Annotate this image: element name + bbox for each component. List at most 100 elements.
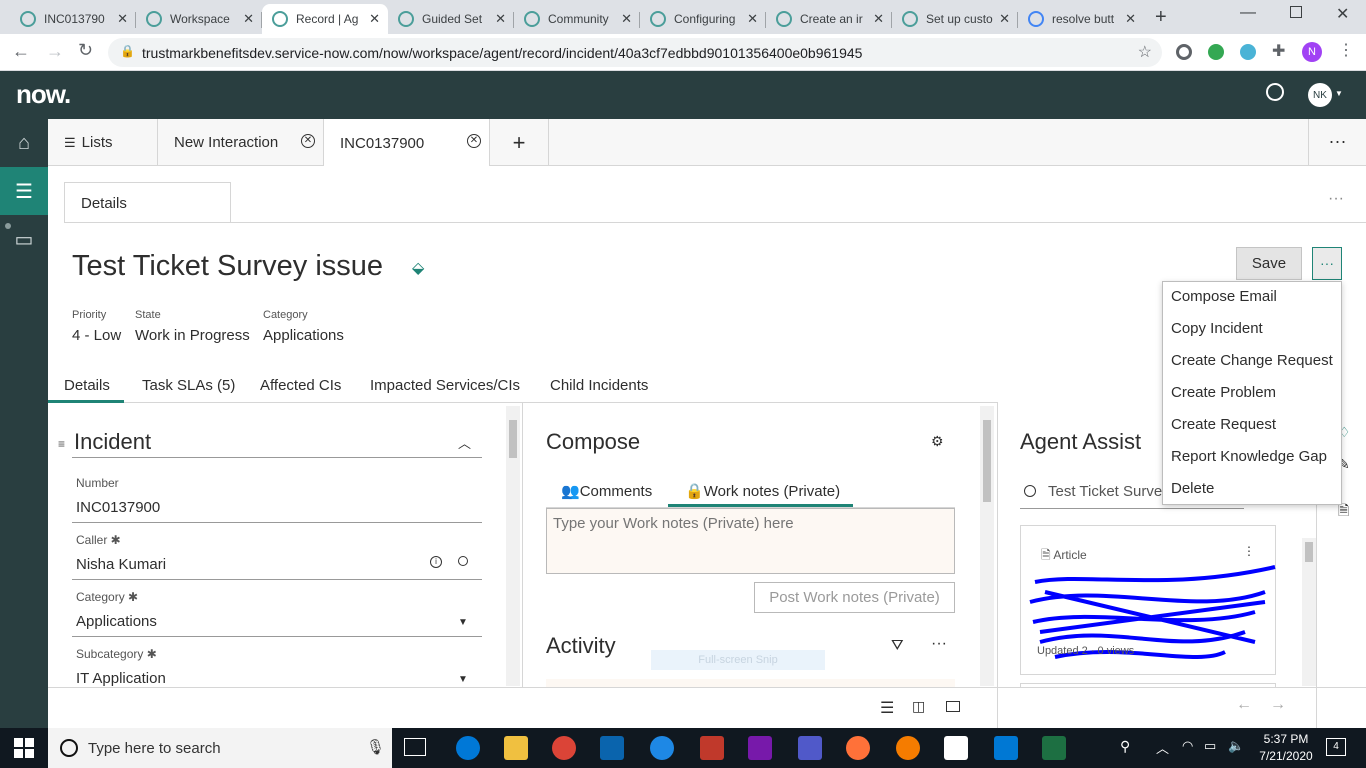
lookup-search-icon[interactable] [458,556,468,566]
volume-icon[interactable]: 🔈 [1228,738,1244,754]
chrome-menu-icon[interactable]: ⋮ [1338,40,1354,60]
file-explorer-icon[interactable] [504,736,528,760]
internet-explorer-icon[interactable] [650,736,674,760]
browser-tab[interactable]: Guided Set ✕ [388,4,514,34]
menu-item-compose-email[interactable]: Compose Email [1171,288,1277,305]
agent-assist-scrollbar[interactable] [1302,538,1316,686]
filter-icon[interactable]: ⛛ [891,637,904,654]
tab-impacted-services[interactable]: Impacted Services/CIs [370,377,520,394]
close-tab-icon[interactable]: ✕ [621,11,632,27]
new-tab-icon[interactable]: + [1155,6,1167,29]
onenote-icon[interactable] [748,736,772,760]
split-view-icon[interactable]: ◫ [912,698,925,715]
bookmark-star-icon[interactable]: ☆ [1138,42,1152,62]
post-worknotes-button[interactable]: Post Work notes (Private) [754,582,955,613]
address-bar[interactable]: 🔒 trustmarkbenefitsdev.service-now.com/n… [108,38,1162,67]
tab-details[interactable]: Details [64,377,110,394]
dropdown-arrow-icon[interactable]: ▼ [458,674,468,685]
close-tab-icon[interactable]: ✕ [467,134,481,148]
user-avatar[interactable]: NK [1308,83,1332,107]
back-arrow-icon[interactable]: ← [12,41,30,62]
extension-icon[interactable] [1176,44,1192,60]
location-extension-icon[interactable] [1240,44,1256,60]
article-card[interactable]: 🗎 Article ⋮ Updated 2 · 0 views [1020,525,1276,675]
chevron-down-icon[interactable]: ▼ [1335,89,1343,98]
search-icon[interactable] [1266,83,1284,101]
profile-avatar[interactable]: N [1302,42,1322,62]
people-icon[interactable]: ⚲ [1120,738,1130,755]
tab-incident[interactable]: INC0137900 ✕ [324,119,490,167]
lync-icon[interactable] [994,736,1018,760]
chevron-up-icon[interactable]: ︿ [1156,738,1169,757]
tab-child-incidents[interactable]: Child Incidents [550,377,648,394]
teams-icon[interactable] [798,736,822,760]
close-tab-icon[interactable]: ✕ [117,11,128,27]
subtab-details[interactable]: Details [64,182,231,223]
close-tab-icon[interactable]: ✕ [495,11,506,27]
save-button[interactable]: Save [1236,247,1302,280]
taskbar-search-box[interactable]: Type here to search 🎙 [48,728,392,768]
extensions-puzzle-icon[interactable]: ✚ [1272,41,1285,61]
browser-tab[interactable]: INC013790 ✕ [10,4,136,34]
menu-item-create-problem[interactable]: Create Problem [1171,384,1276,401]
windows-start-icon[interactable] [14,738,34,758]
sticky-notes-icon[interactable] [944,736,968,760]
agent-assist-search-input[interactable]: Test Ticket Surve [1048,483,1162,500]
close-tab-icon[interactable]: ✕ [747,11,758,27]
dropdown-arrow-icon[interactable]: ▼ [458,617,468,628]
close-window-icon[interactable]: ✕ [1336,4,1349,24]
excel-icon[interactable] [1042,736,1066,760]
caller-field[interactable]: Nisha Kumari [76,556,166,573]
single-view-icon[interactable] [946,701,960,712]
menu-item-delete[interactable]: Delete [1171,480,1214,497]
compose-settings-icon[interactable]: ⚙ [931,433,944,450]
info-icon[interactable]: i [430,556,442,568]
close-tab-icon[interactable]: ✕ [301,134,315,148]
browser-tab[interactable]: Community ✕ [514,4,640,34]
more-tabs-icon[interactable]: ··· [1308,119,1366,166]
browser-tab[interactable]: resolve butt ✕ [1018,4,1144,34]
form-scrollbar[interactable] [506,406,520,686]
forward-arrow-icon[interactable]: → [46,41,64,62]
browser-tab[interactable]: Create an ir ✕ [766,4,892,34]
microphone-icon[interactable]: 🎙 [366,738,385,756]
restore-icon[interactable] [1290,6,1302,18]
activity-more-icon[interactable]: ··· [931,635,947,653]
compose-scrollbar[interactable] [980,406,994,686]
browser-tab-active[interactable]: Record | Ag ✕ [262,4,388,34]
menu-item-copy-incident[interactable]: Copy Incident [1171,320,1263,337]
close-tab-icon[interactable]: ✕ [999,11,1010,27]
add-tab-icon[interactable]: + [490,119,549,166]
subcategory-select[interactable]: IT Application [76,670,166,687]
lists-icon[interactable]: ☰ [0,167,48,215]
browser-tab[interactable]: Workspace ✕ [136,4,262,34]
tag-icon[interactable]: ⬙ [412,258,424,278]
worknotes-tab[interactable]: 🔒Work notes (Private) [685,482,840,500]
snipping-tool-icon[interactable] [700,736,724,760]
card-more-icon[interactable]: ⋮ [1243,544,1255,558]
more-actions-button[interactable]: ··· [1312,247,1342,280]
clock-date[interactable]: 7/21/2020 [1256,749,1316,763]
menu-item-create-request[interactable]: Create Request [1171,416,1276,433]
next-arrow-icon[interactable]: → [1270,696,1286,714]
firefox-icon[interactable] [846,736,870,760]
grammarly-extension-icon[interactable] [1208,44,1224,60]
close-tab-icon[interactable]: ✕ [243,11,254,27]
close-tab-icon[interactable]: ✕ [1125,11,1136,27]
menu-item-create-change-request[interactable]: Create Change Request [1171,352,1333,369]
subtab-more-icon[interactable]: ··· [1328,190,1344,208]
worknotes-textarea[interactable]: Type your Work notes (Private) here [546,508,955,574]
notifications-icon[interactable]: 4 [1326,738,1346,756]
wifi-icon[interactable]: ◠ [1182,738,1193,754]
tab-lists[interactable]: ☰ Lists [48,119,158,166]
pen-app-icon[interactable] [896,736,920,760]
tab-affected-cis[interactable]: Affected CIs [260,377,341,394]
menu-item-report-knowledge-gap[interactable]: Report Knowledge Gap [1171,448,1327,465]
list-view-icon[interactable]: ☰ [880,698,894,718]
number-field[interactable]: INC0137900 [76,499,160,516]
home-icon[interactable]: ⌂ [0,119,48,167]
inbox-icon[interactable]: ▭ [0,215,48,263]
tab-new-interaction[interactable]: New Interaction ✕ [158,119,324,166]
clock-time[interactable]: 5:37 PM [1256,732,1316,746]
browser-tab[interactable]: Configuring ✕ [640,4,766,34]
